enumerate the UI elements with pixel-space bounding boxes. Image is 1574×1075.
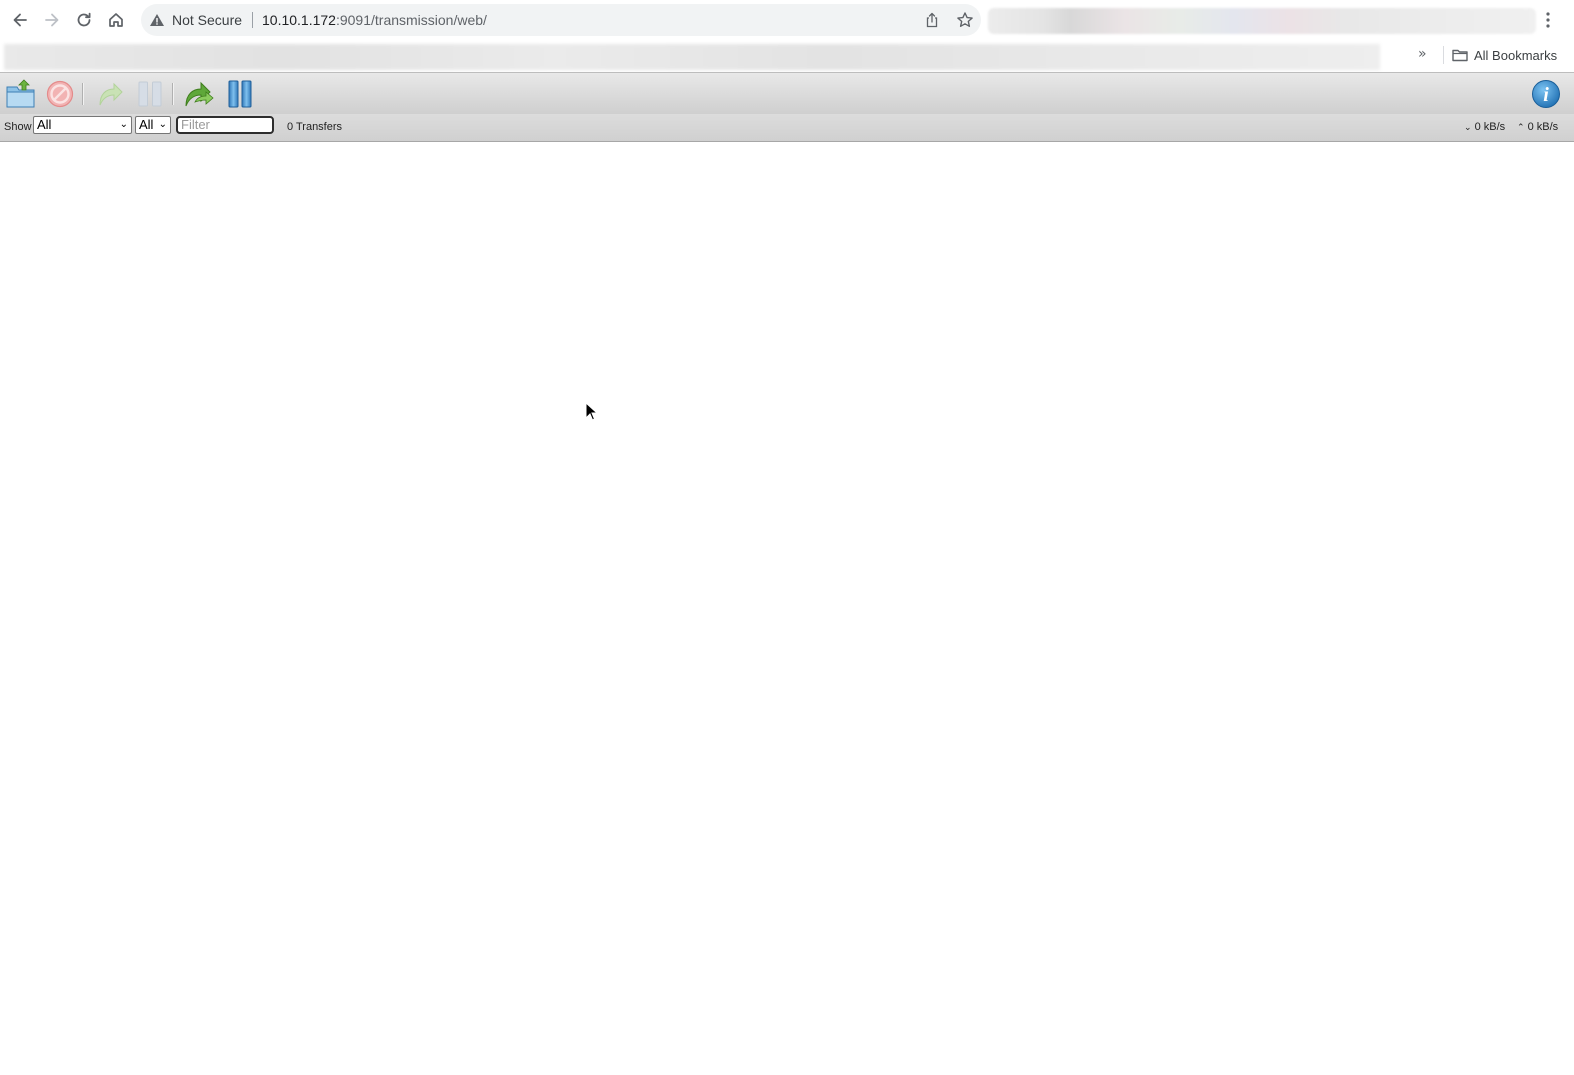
open-torrent-icon [6, 79, 35, 108]
toolbar-separator [172, 83, 173, 105]
bookmarks-overflow-button[interactable]: » [1418, 46, 1427, 62]
chevron-down-icon: ⌄ [158, 119, 167, 130]
pause-all-icon [228, 80, 252, 108]
transfers-count: 0 Transfers [287, 121, 343, 133]
upload-speed: ⌃ 0 kB/s [1517, 120, 1558, 135]
pause-all-button[interactable] [222, 77, 258, 111]
chevron-down-icon: ⌄ [1464, 123, 1472, 133]
transmission-toolbar: i [0, 72, 1574, 114]
remove-torrent-button[interactable] [42, 77, 78, 111]
filter-input[interactable]: Filter [176, 116, 274, 134]
back-button[interactable] [8, 8, 32, 32]
filter-placeholder: Filter [181, 117, 210, 132]
status-filter-value: All [37, 117, 52, 132]
browser-menu-icon[interactable] [1538, 10, 1558, 30]
url-host: 10.10.1.172 [262, 12, 336, 28]
omnibox-divider [252, 12, 253, 28]
forward-button[interactable] [40, 8, 64, 32]
address-bar[interactable]: Not Secure 10.10.1.172:9091/transmission… [141, 4, 981, 36]
inspector-info-icon: i [1532, 80, 1560, 108]
bookmarks-list[interactable] [4, 44, 1380, 70]
warning-icon[interactable] [149, 12, 165, 28]
reload-button[interactable] [72, 8, 96, 32]
forward-arrow-icon [45, 13, 59, 27]
home-icon [109, 13, 123, 27]
download-speed: ⌄ 0 kB/s [1464, 120, 1505, 135]
show-label: Show [4, 121, 32, 133]
resume-all-button[interactable] [182, 77, 218, 111]
browser-toolbar: Not Secure 10.10.1.172:9091/transmission… [0, 0, 1574, 40]
open-torrent-button[interactable] [3, 77, 39, 111]
resume-selected-icon [99, 82, 123, 106]
torrent-list[interactable] [0, 142, 1574, 1075]
bookmarks-divider [1443, 46, 1444, 64]
pause-selected-icon [138, 81, 162, 107]
bookmarks-bar [0, 40, 1574, 72]
toolbar-separator [82, 83, 83, 105]
status-filter-select[interactable]: All ⌄ [33, 116, 132, 134]
upload-speed-value: 0 kB/s [1527, 121, 1559, 133]
resume-selected-button[interactable] [92, 77, 128, 111]
security-label[interactable]: Not Secure [172, 12, 242, 28]
pause-selected-button[interactable] [132, 77, 168, 111]
all-bookmarks-button[interactable]: All Bookmarks [1452, 45, 1557, 65]
chevron-down-icon: ⌄ [119, 119, 128, 130]
url-text[interactable]: 10.10.1.172:9091/transmission/web/ [262, 12, 487, 28]
remove-torrent-icon [46, 80, 74, 108]
url-path: :9091/transmission/web/ [335, 12, 487, 28]
folder-icon [1452, 49, 1468, 62]
home-button[interactable] [104, 8, 128, 32]
reload-icon [77, 12, 91, 27]
tracker-filter-value: All [139, 117, 154, 132]
chevron-up-icon: ⌃ [1517, 123, 1525, 133]
resume-all-icon [185, 81, 214, 107]
inspector-button[interactable]: i [1528, 77, 1564, 111]
filter-bar: Show All ⌄ All ⌄ Filter 0 Transfers ⌄ 0 … [0, 114, 1574, 142]
all-bookmarks-label: All Bookmarks [1474, 47, 1558, 63]
download-speed-value: 0 kB/s [1474, 121, 1506, 133]
mouse-cursor-icon [585, 402, 597, 421]
bookmark-star-icon[interactable] [956, 11, 974, 29]
tracker-filter-select[interactable]: All ⌄ [135, 116, 171, 134]
back-arrow-icon [13, 13, 27, 27]
svg-text:i: i [1543, 84, 1549, 106]
share-icon[interactable] [924, 12, 940, 28]
extensions-area[interactable] [988, 8, 1536, 34]
